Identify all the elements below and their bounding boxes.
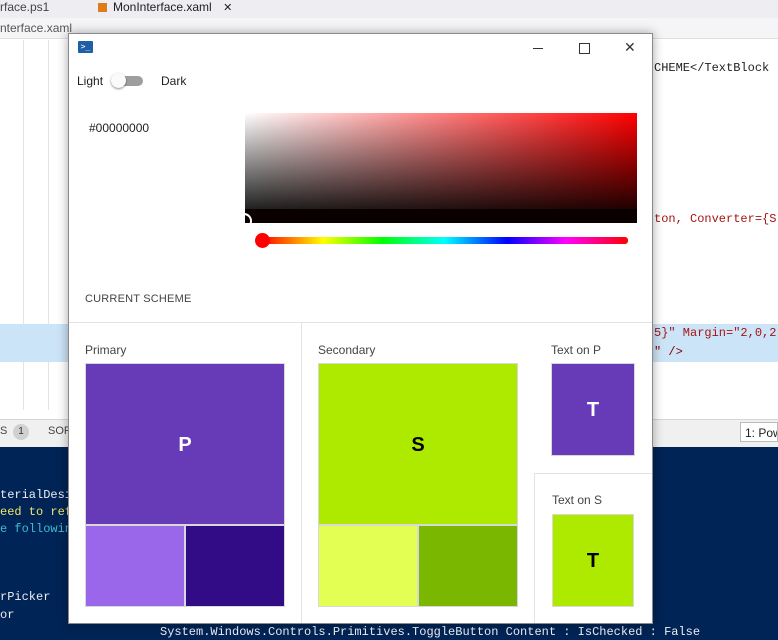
- color-picker-window: >_ ✕ Light Dark #00000000 CURRENT SCHEME…: [68, 33, 653, 624]
- text-on-secondary-letter: T: [586, 550, 600, 572]
- code-line: CHEME</TextBlock: [654, 61, 770, 75]
- editor-tab-ps1[interactable]: rface.ps1: [0, 0, 80, 16]
- secondary-label: Secondary: [318, 343, 376, 357]
- saturation-brightness-gradient: [245, 113, 637, 223]
- current-scheme-heading: CURRENT SCHEME: [85, 293, 192, 305]
- text-on-primary-label: Text on P: [551, 343, 602, 357]
- terminal-line: rPicker: [0, 590, 51, 604]
- breadcrumb-item[interactable]: nterface.xaml: [0, 21, 72, 35]
- terminal-line: terialDesi: [0, 488, 73, 502]
- primary-dark-swatch[interactable]: [185, 525, 285, 607]
- terminal-line: System.Windows.Controls.Primitives.Toggl…: [160, 625, 701, 639]
- close-icon[interactable]: ✕: [223, 2, 232, 14]
- maximize-button[interactable]: [561, 34, 607, 62]
- secondary-dark-swatch[interactable]: [418, 525, 518, 607]
- hue-slider-thumb[interactable]: [255, 233, 270, 248]
- text-on-primary-letter: T: [586, 399, 600, 421]
- divider: [69, 322, 652, 323]
- powershell-icon: >_: [78, 41, 93, 53]
- toggle-thumb[interactable]: [111, 73, 126, 88]
- title-bar[interactable]: >_ ✕: [69, 34, 652, 62]
- secondary-light-swatch[interactable]: [318, 525, 418, 607]
- saturation-brightness-area[interactable]: [245, 113, 637, 223]
- selection-highlight: [0, 324, 68, 362]
- code-line: ton, Converter={S: [654, 212, 777, 226]
- light-label: Light: [77, 74, 104, 88]
- hex-value-text[interactable]: #00000000: [89, 121, 149, 135]
- primary-letter: P: [178, 434, 192, 456]
- close-icon: ✕: [624, 39, 636, 55]
- code-line: 5}" Margin="2,0,2: [654, 326, 777, 340]
- text-on-primary-swatch[interactable]: T: [551, 363, 635, 456]
- rss-icon: [98, 3, 107, 13]
- code-line: " />: [654, 345, 683, 359]
- editor-tab-xaml[interactable]: MonInterface.xaml ✕: [98, 0, 232, 16]
- terminal-select[interactable]: 1: Pow: [740, 422, 778, 442]
- secondary-main-swatch[interactable]: S: [318, 363, 518, 525]
- minimize-button[interactable]: [515, 34, 561, 62]
- problems-tab[interactable]: S: [0, 425, 7, 437]
- text-on-secondary-swatch[interactable]: T: [552, 514, 634, 607]
- text-on-secondary-label: Text on S: [552, 493, 603, 507]
- secondary-letter: S: [411, 434, 425, 456]
- theme-toggle[interactable]: [111, 73, 143, 88]
- terminal-line: eed to ref: [0, 505, 73, 519]
- divider: [534, 473, 535, 623]
- terminal-line: or: [0, 608, 15, 622]
- hue-slider[interactable]: [261, 237, 628, 244]
- divider: [534, 473, 652, 474]
- primary-main-swatch[interactable]: P: [85, 363, 285, 525]
- terminal-line: e followin: [0, 522, 73, 536]
- primary-light-swatch[interactable]: [85, 525, 185, 607]
- tab-label: MonInterface.xaml: [113, 0, 212, 14]
- primary-label: Primary: [85, 343, 127, 357]
- close-button[interactable]: ✕: [607, 34, 652, 62]
- divider: [301, 323, 302, 623]
- tab-label: rface.ps1: [0, 0, 50, 14]
- dark-label: Dark: [161, 74, 187, 88]
- problems-count-badge: 1: [13, 424, 29, 440]
